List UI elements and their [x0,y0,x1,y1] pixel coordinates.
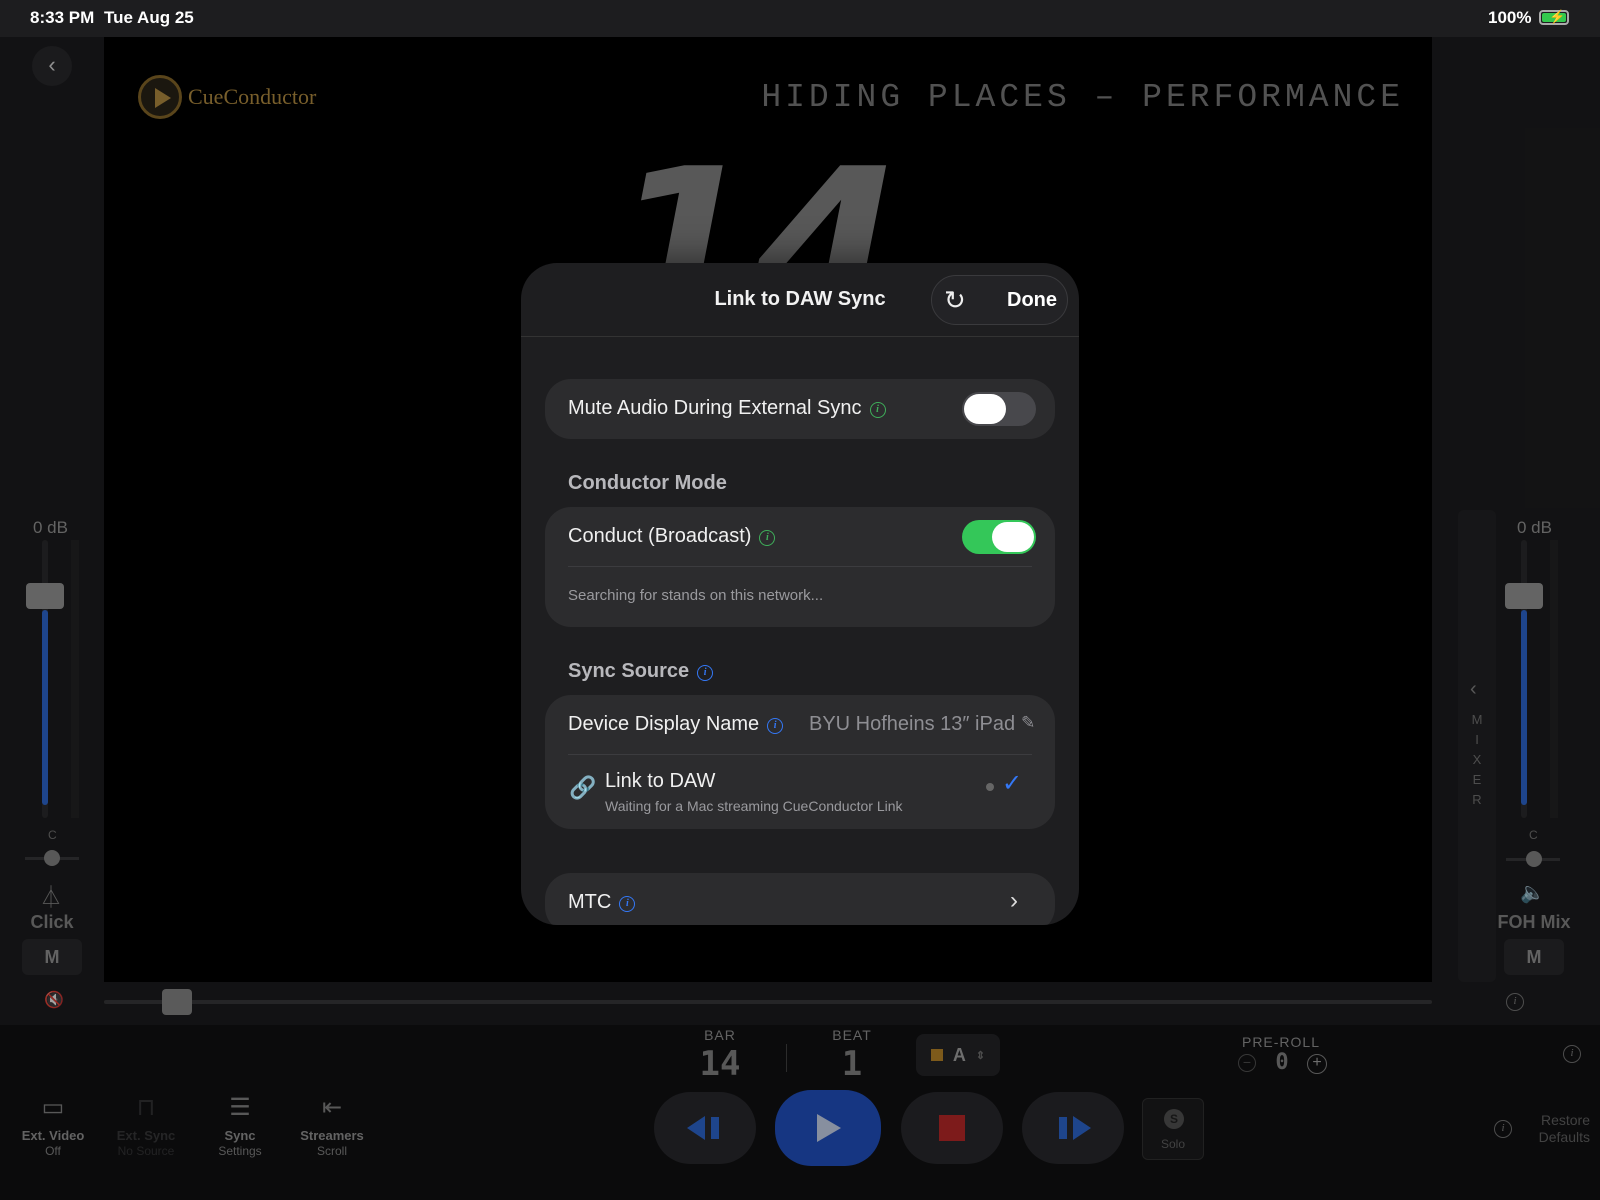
connection-status-dot [986,783,994,791]
battery-percent: 100% [1488,8,1532,27]
device-name-value[interactable]: BYU Hofheins 13″ iPad [809,713,1015,736]
mtc-row[interactable]: MTC i › [545,873,1055,925]
link-daw-subtitle: Waiting for a Mac streaming CueConductor… [605,798,903,814]
sheet-header: Link to DAW Sync ↻ Done [521,263,1079,337]
link-daw-title: Link to DAW [605,770,716,792]
conduct-label: Conduct (Broadcast) i [568,525,776,548]
mtc-label: MTC i [568,891,636,914]
battery-icon: ⚡ [1539,9,1569,25]
conductor-mode-card: Conduct (Broadcast) i Searching for stand… [545,507,1055,627]
pencil-icon[interactable]: ✎ [1021,713,1035,733]
status-time: 8:33 PM [30,8,95,27]
link-to-daw-sync-sheet: Link to DAW Sync ↻ Done Mute Audio Durin… [521,263,1079,925]
app-root: 8:33 PM Tue Aug 25 100% ⚡ CueConductor H… [0,0,1600,1200]
sync-source-heading: Sync Source i [568,660,714,683]
link-icon: 🔗 [569,775,597,800]
conduct-toggle[interactable] [962,520,1036,554]
header-actions: ↻ Done [931,275,1068,325]
info-icon[interactable]: i [697,665,714,681]
conduct-status: Searching for stands on this network... [568,587,824,604]
mute-audio-label: Mute Audio During External Sync i [568,397,886,420]
done-button[interactable]: Done [1007,289,1057,312]
info-icon[interactable]: i [619,896,636,912]
info-icon[interactable]: i [869,402,886,418]
link-to-daw-option[interactable]: 🔗 Link to DAW Waiting for a Mac streamin… [545,755,1055,829]
info-icon[interactable]: i [767,718,784,734]
sync-source-card: Device Display Name i BYU Hofheins 13″ iP… [545,695,1055,829]
refresh-icon[interactable]: ↻ [944,287,966,313]
info-icon[interactable]: i [759,530,776,546]
mute-audio-row: Mute Audio During External Sync i [545,379,1055,439]
conductor-mode-heading: Conductor Mode [568,472,727,494]
device-name-label: Device Display Name i [568,713,784,736]
mute-audio-toggle[interactable] [962,392,1036,426]
chevron-right-icon: › [1010,887,1018,914]
status-date: Tue Aug 25 [104,8,194,27]
checkmark-icon: ✓ [1002,770,1023,797]
divider [568,566,1032,567]
